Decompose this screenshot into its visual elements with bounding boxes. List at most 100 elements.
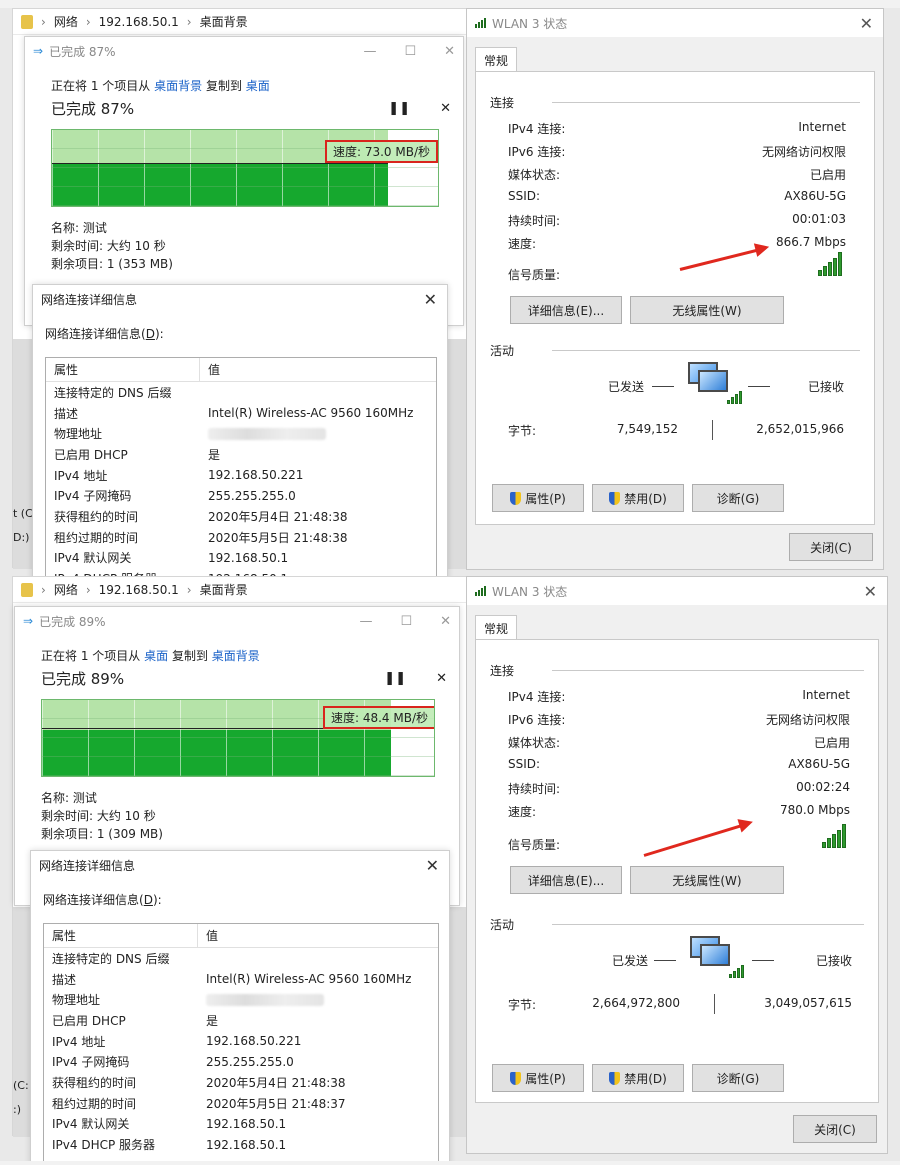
group-activity-label: 活动 [490, 344, 515, 358]
row-property: 已启用 DHCP [54, 447, 128, 462]
maximize-button[interactable]: ☐ [400, 614, 412, 629]
pause-button[interactable]: ❚❚ [388, 101, 410, 116]
table-row[interactable]: 描述 Intel(R) Wireless-AC 9560 160MHz [44, 969, 438, 990]
row-property: 连接特定的 DNS 后缀 [52, 951, 170, 966]
properties-button[interactable]: 属性(P) [492, 1064, 584, 1092]
row-value: 2020年5月4日 21:48:38 [206, 1075, 346, 1090]
table-row[interactable]: 获得租约的时间 2020年5月4日 21:48:38 [46, 506, 436, 527]
table-row[interactable]: 描述 Intel(R) Wireless-AC 9560 160MHz [46, 403, 436, 424]
table-row[interactable]: 租约过期的时间 2020年5月5日 21:48:38 [46, 527, 436, 548]
row-value: 255.255.255.0 [206, 1054, 294, 1069]
drive-label[interactable]: (C: [13, 1079, 29, 1092]
breadcrumb-host[interactable]: 192.168.50.1 [99, 15, 179, 29]
column-property[interactable]: 属性 [46, 358, 200, 381]
status-row: 速度: 866.7 Mbps [508, 235, 846, 252]
maximize-button[interactable]: ☐ [404, 44, 416, 59]
chevron-right-icon: › [186, 14, 192, 29]
signal-row: 信号质量: [508, 266, 846, 283]
copy-prefix-text: 正在将 1 个项目从 [51, 79, 151, 93]
minimize-button[interactable]: — [363, 44, 376, 59]
status-key: IPv6 连接: [508, 145, 566, 159]
column-value[interactable]: 值 [200, 361, 436, 378]
table-row[interactable]: IPv4 子网掩码 255.255.255.0 [44, 1051, 438, 1072]
close-button[interactable]: ✕ [860, 14, 883, 33]
row-value: 2020年5月4日 21:48:38 [208, 509, 348, 524]
pause-button[interactable]: ❚❚ [384, 671, 406, 686]
breadcrumb-folder[interactable]: 桌面背景 [200, 13, 248, 30]
table-row[interactable]: IPv4 子网掩码 255.255.255.0 [46, 485, 436, 506]
speed-label: 速度: 48.4 MB/秒 [322, 706, 434, 729]
table-row[interactable]: IPv4 地址 192.168.50.221 [46, 465, 436, 486]
table-row[interactable]: IPv4 DHCP 服务器 192.168.50.1 [44, 1134, 438, 1155]
group-connection-label: 连接 [490, 96, 515, 110]
wlan-status-dialog: WLAN 3 状态 ✕ 常规 连接 IPv4 连接: Internet IPv6… [466, 576, 888, 1154]
shield-icon [510, 491, 522, 505]
bytes-sent: 7,549,152 [616, 422, 678, 436]
status-row: IPv4 连接: Internet [508, 120, 846, 137]
percent-complete: 已完成 89% [41, 670, 125, 688]
row-value [198, 993, 438, 1007]
close-button[interactable]: ✕ [426, 856, 449, 875]
destination-link[interactable]: 桌面 [246, 79, 270, 93]
close-button[interactable]: ✕ [444, 44, 455, 59]
properties-button[interactable]: 属性(P) [492, 484, 584, 512]
table-row[interactable]: 物理地址 [46, 423, 436, 444]
status-key: SSID: [508, 189, 541, 203]
table-header: 属性 值 [46, 358, 436, 382]
file-name: 名称: 测试 [41, 791, 97, 805]
table-row[interactable]: 物理地址 [44, 989, 438, 1010]
table-row[interactable]: 连接特定的 DNS 后缀 [44, 948, 438, 969]
table-row[interactable]: 已启用 DHCP 是 [46, 444, 436, 465]
column-property[interactable]: 属性 [44, 924, 198, 947]
tab-general[interactable]: 常规 [475, 615, 518, 641]
close-button[interactable]: ✕ [864, 582, 887, 601]
column-value[interactable]: 值 [198, 927, 438, 944]
close-button[interactable]: ✕ [424, 290, 447, 309]
destination-link[interactable]: 桌面背景 [212, 649, 260, 663]
table-row[interactable]: 租约过期的时间 2020年5月5日 21:48:37 [44, 1093, 438, 1114]
details-button[interactable]: 详细信息(E)... [510, 866, 622, 894]
close-button[interactable]: ✕ [440, 614, 451, 629]
diagnose-button[interactable]: 诊断(G) [692, 1064, 784, 1092]
details-table[interactable]: 属性 值 连接特定的 DNS 后缀 描述 Intel(R) Wireless-A… [43, 923, 439, 1161]
source-link[interactable]: 桌面 [144, 649, 168, 663]
tab-general[interactable]: 常规 [475, 47, 518, 73]
table-row[interactable]: 已启用 DHCP 是 [44, 1010, 438, 1031]
cancel-icon[interactable]: ✕ [440, 101, 451, 116]
breadcrumb-host[interactable]: 192.168.50.1 [99, 583, 179, 597]
row-property: IPv4 DHCP 服务器 [52, 1138, 156, 1153]
table-row[interactable]: 连接特定的 DNS 后缀 [46, 382, 436, 403]
close-dialog-button[interactable]: 关闭(C) [789, 533, 873, 561]
table-row[interactable]: IPv4 默认网关 192.168.50.1 [46, 548, 436, 569]
table-row[interactable]: IPv4 默认网关 192.168.50.1 [44, 1114, 438, 1135]
table-row[interactable]: 获得租约的时间 2020年5月4日 21:48:38 [44, 1072, 438, 1093]
source-link[interactable]: 桌面背景 [154, 79, 202, 93]
table-row[interactable]: IPv4 地址 192.168.50.221 [44, 1031, 438, 1052]
diagnose-button[interactable]: 诊断(G) [692, 484, 784, 512]
disable-button[interactable]: 禁用(D) [592, 484, 684, 512]
address-bar[interactable]: › 网络 › 192.168.50.1 › 桌面背景 [13, 9, 467, 35]
folder-icon [21, 14, 33, 29]
wireless-properties-button[interactable]: 无线属性(W) [630, 866, 784, 894]
breadcrumb-network[interactable]: 网络 [54, 13, 78, 30]
breadcrumb-network[interactable]: 网络 [54, 581, 78, 598]
status-row: 速度: 780.0 Mbps [508, 803, 850, 820]
row-value: Intel(R) Wireless-AC 9560 160MHz [206, 972, 412, 987]
status-key: 速度: [508, 805, 537, 819]
status-key: IPv4 连接: [508, 122, 566, 136]
row-property: 描述 [54, 406, 79, 421]
minimize-button[interactable]: — [359, 614, 372, 629]
drive-label[interactable]: D:) [13, 531, 29, 544]
address-bar[interactable]: › 网络 › 192.168.50.1 › 桌面背景 [13, 577, 467, 603]
status-value: 已启用 [813, 736, 850, 750]
close-dialog-button[interactable]: 关闭(C) [793, 1115, 877, 1143]
disable-label: 禁用(D) [624, 491, 667, 506]
drive-label[interactable]: :) [13, 1103, 21, 1116]
group-connection: 连接 [490, 94, 860, 111]
wireless-properties-button[interactable]: 无线属性(W) [630, 296, 784, 324]
breadcrumb-folder[interactable]: 桌面背景 [200, 581, 248, 598]
details-button[interactable]: 详细信息(E)... [510, 296, 622, 324]
details-table[interactable]: 属性 值 连接特定的 DNS 后缀 描述 Intel(R) Wireless-A… [45, 357, 437, 578]
disable-button[interactable]: 禁用(D) [592, 1064, 684, 1092]
cancel-icon[interactable]: ✕ [436, 671, 447, 686]
